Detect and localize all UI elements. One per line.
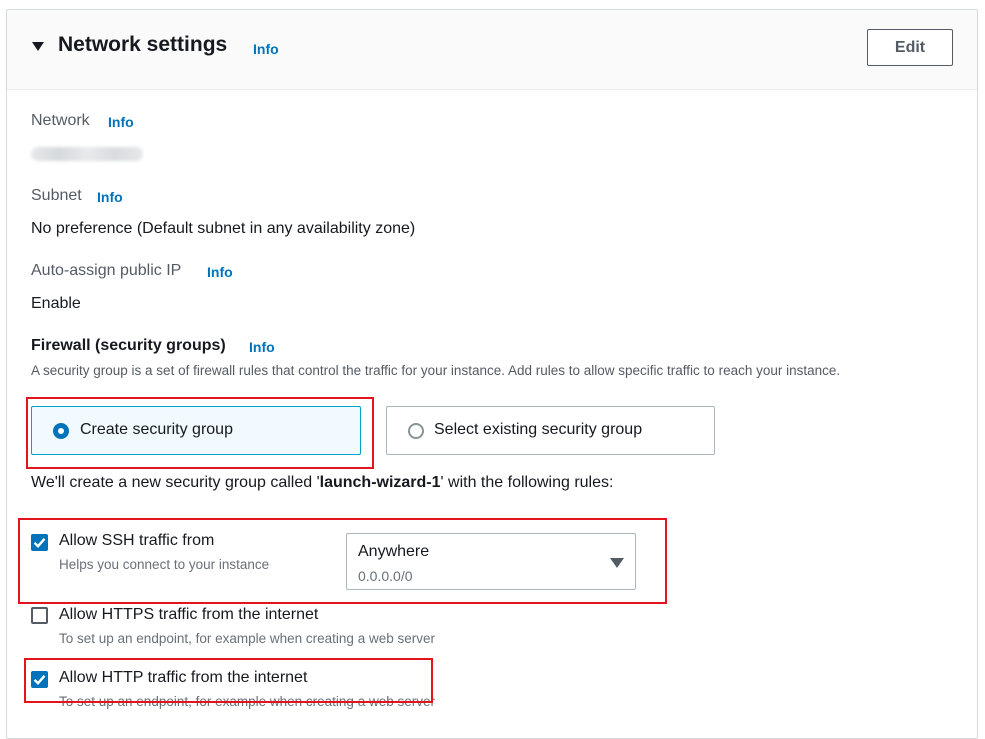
auto-ip-info-link[interactable]: Info <box>207 264 233 280</box>
ssh-rule-label[interactable]: Allow SSH traffic from <box>59 532 214 550</box>
network-info-link[interactable]: Info <box>108 114 134 130</box>
checkmark-icon <box>33 675 46 685</box>
auto-ip-value: Enable <box>31 295 81 312</box>
ssh-source-value: Anywhere <box>358 543 430 560</box>
security-group-notice: We'll create a new security group called… <box>31 474 613 492</box>
select-existing-security-group-label: Select existing security group <box>434 421 643 438</box>
ssh-checkbox[interactable] <box>31 534 48 551</box>
network-value-redacted <box>31 147 143 161</box>
auto-ip-label: Auto-assign public IP <box>31 262 182 279</box>
notice-prefix: We'll create a new security group called… <box>31 474 320 491</box>
subnet-value: No preference (Default subnet in any ava… <box>31 220 416 237</box>
edit-button[interactable]: Edit <box>867 29 953 66</box>
caret-down-icon[interactable] <box>32 42 44 51</box>
https-rule-label[interactable]: Allow HTTPS traffic from the internet <box>59 606 318 624</box>
firewall-info-link[interactable]: Info <box>249 339 275 355</box>
notice-suffix: ' with the following rules: <box>440 474 614 491</box>
radio-unselected-icon[interactable] <box>408 423 424 439</box>
create-security-group-label: Create security group <box>80 421 233 438</box>
section-title[interactable]: Network settings <box>58 33 227 57</box>
dropdown-arrow-icon[interactable] <box>610 558 624 568</box>
ssh-source-cidr: 0.0.0.0/0 <box>358 568 413 584</box>
http-rule-description: To set up an endpoint, for example when … <box>59 694 435 709</box>
firewall-label: Firewall (security groups) <box>31 337 226 354</box>
radio-selected-icon[interactable] <box>53 423 69 439</box>
http-rule-label[interactable]: Allow HTTP traffic from the internet <box>59 669 307 687</box>
subnet-label: Subnet <box>31 187 82 204</box>
checkmark-icon <box>33 538 46 548</box>
network-label: Network <box>31 112 90 129</box>
http-checkbox[interactable] <box>31 671 48 688</box>
firewall-description: A security group is a set of firewall ru… <box>31 363 841 378</box>
subnet-info-link[interactable]: Info <box>97 189 123 205</box>
https-rule-description: To set up an endpoint, for example when … <box>59 631 435 646</box>
section-info-link[interactable]: Info <box>253 41 279 57</box>
create-security-group-option[interactable]: Create security group <box>31 406 361 455</box>
select-existing-security-group-option[interactable]: Select existing security group <box>386 406 715 455</box>
section-header: Network settings Info Edit <box>7 10 977 90</box>
security-group-name: launch-wizard-1 <box>319 474 441 491</box>
ssh-source-select[interactable]: Anywhere 0.0.0.0/0 <box>346 533 636 590</box>
https-checkbox[interactable] <box>31 607 48 624</box>
ssh-rule-description: Helps you connect to your instance <box>59 557 270 572</box>
